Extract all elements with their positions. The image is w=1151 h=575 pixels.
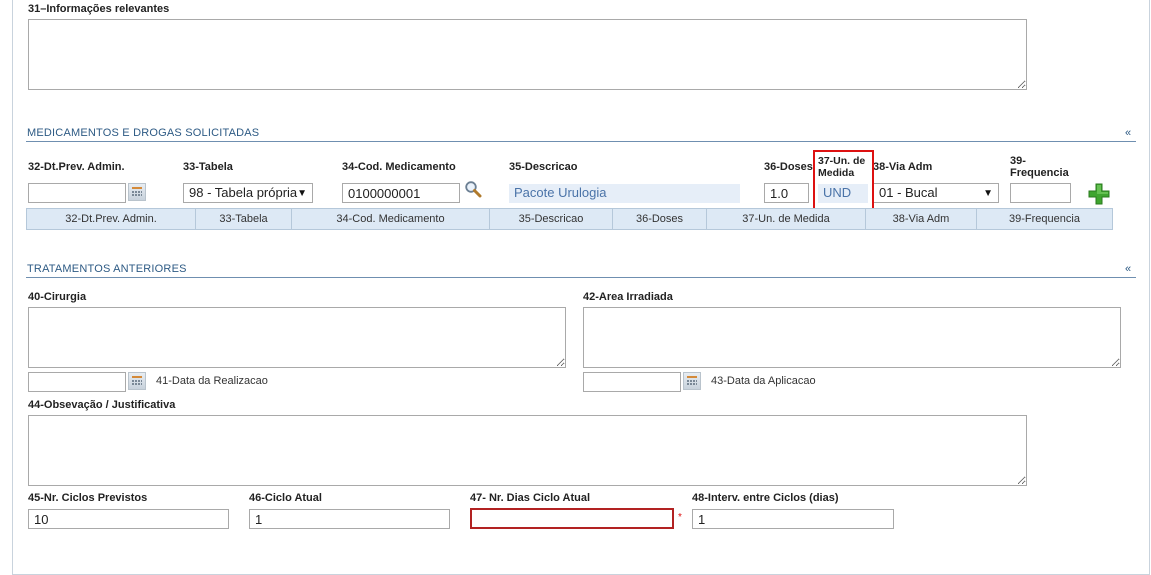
search-icon[interactable]: [464, 180, 482, 198]
data-aplicacao-input[interactable]: [583, 372, 681, 392]
cod-medicamento-input[interactable]: [342, 183, 460, 203]
info-textarea[interactable]: [28, 19, 1027, 90]
grid-col-doses[interactable]: 36-Doses: [613, 209, 707, 229]
descricao-field: Pacote Urulogia: [509, 184, 740, 203]
tabela-label: 33-Tabela: [183, 161, 233, 173]
dias-ciclo-input[interactable]: [470, 508, 674, 529]
grid-col-cod-medicamento[interactable]: 34-Cod. Medicamento: [292, 209, 490, 229]
dt-prev-input[interactable]: [28, 183, 126, 203]
doses-input[interactable]: [764, 183, 809, 203]
un-medida-label: 37-Un. de Medida: [818, 155, 866, 179]
medicamentos-collapse-toggle[interactable]: «: [1125, 127, 1131, 139]
grid-col-un-medida[interactable]: 37-Un. de Medida: [707, 209, 866, 229]
descricao-label: 35-Descricao: [509, 161, 578, 173]
cirurgia-label: 40-Cirurgia: [28, 291, 87, 303]
grid-col-descricao[interactable]: 35-Descricao: [490, 209, 613, 229]
area-irradiada-textarea[interactable]: [583, 307, 1121, 368]
interv-label: 48-Interv. entre Ciclos (dias): [692, 492, 839, 504]
observacao-label: 44-Obsevação / Justificativa: [28, 399, 176, 411]
via-adm-label: 38-Via Adm: [873, 161, 933, 173]
dropdown-arrow-icon: ▼: [297, 188, 307, 199]
doses-label: 36-Doses: [764, 161, 813, 173]
grid-col-dt-prev[interactable]: 32-Dt.Prev. Admin.: [27, 209, 196, 229]
via-adm-select[interactable]: 01 - Bucal ▼: [873, 183, 999, 203]
un-medida-field: UND: [818, 184, 868, 203]
observacao-textarea[interactable]: [28, 415, 1027, 486]
ciclo-atual-label: 46-Ciclo Atual: [249, 492, 322, 504]
dt-prev-label: 32-Dt.Prev. Admin.: [28, 161, 125, 173]
cod-medicamento-label: 34-Cod. Medicamento: [342, 161, 456, 173]
frequencia-label: 39-Frequencia: [1010, 155, 1069, 179]
calendar-icon[interactable]: [128, 183, 146, 201]
tratamentos-divider: [26, 277, 1136, 278]
info-label: 31–Informações relevantes: [28, 3, 170, 15]
interv-input[interactable]: [692, 509, 894, 529]
calendar-icon[interactable]: [128, 372, 146, 390]
tabela-select[interactable]: 98 - Tabela própria ▼: [183, 183, 313, 203]
calendar-icon[interactable]: [683, 372, 701, 390]
data-realizacao-input[interactable]: [28, 372, 126, 392]
ciclos-previstos-label: 45-Nr. Ciclos Previstos: [28, 492, 148, 504]
data-realizacao-label: 41-Data da Realizacao: [156, 375, 268, 387]
dropdown-arrow-icon: ▼: [983, 188, 993, 199]
medicamentos-grid-header: 32-Dt.Prev. Admin. 33-Tabela 34-Cod. Med…: [26, 208, 1113, 230]
ciclo-atual-input[interactable]: [249, 509, 450, 529]
medicamentos-section-title: MEDICAMENTOS E DROGAS SOLICITADAS: [27, 127, 260, 139]
tabela-select-value: 98 - Tabela própria: [189, 185, 298, 200]
cirurgia-textarea[interactable]: [28, 307, 566, 368]
ciclos-previstos-input[interactable]: [28, 509, 229, 529]
grid-col-tabela[interactable]: 33-Tabela: [196, 209, 292, 229]
data-aplicacao-label: 43-Data da Aplicacao: [711, 375, 816, 387]
tratamentos-collapse-toggle[interactable]: «: [1125, 263, 1131, 275]
plus-icon[interactable]: [1088, 183, 1110, 205]
required-marker: *: [678, 512, 682, 523]
tratamentos-section-title: TRATAMENTOS ANTERIORES: [27, 263, 187, 275]
frequencia-input[interactable]: [1010, 183, 1071, 203]
via-adm-select-value: 01 - Bucal: [879, 185, 938, 200]
dias-ciclo-label: 47- Nr. Dias Ciclo Atual: [470, 492, 591, 504]
grid-col-via-adm[interactable]: 38-Via Adm: [866, 209, 977, 229]
area-irradiada-label: 42-Area Irradiada: [583, 291, 673, 303]
grid-col-frequencia[interactable]: 39-Frequencia: [977, 209, 1112, 229]
medicamentos-divider: [26, 141, 1136, 142]
